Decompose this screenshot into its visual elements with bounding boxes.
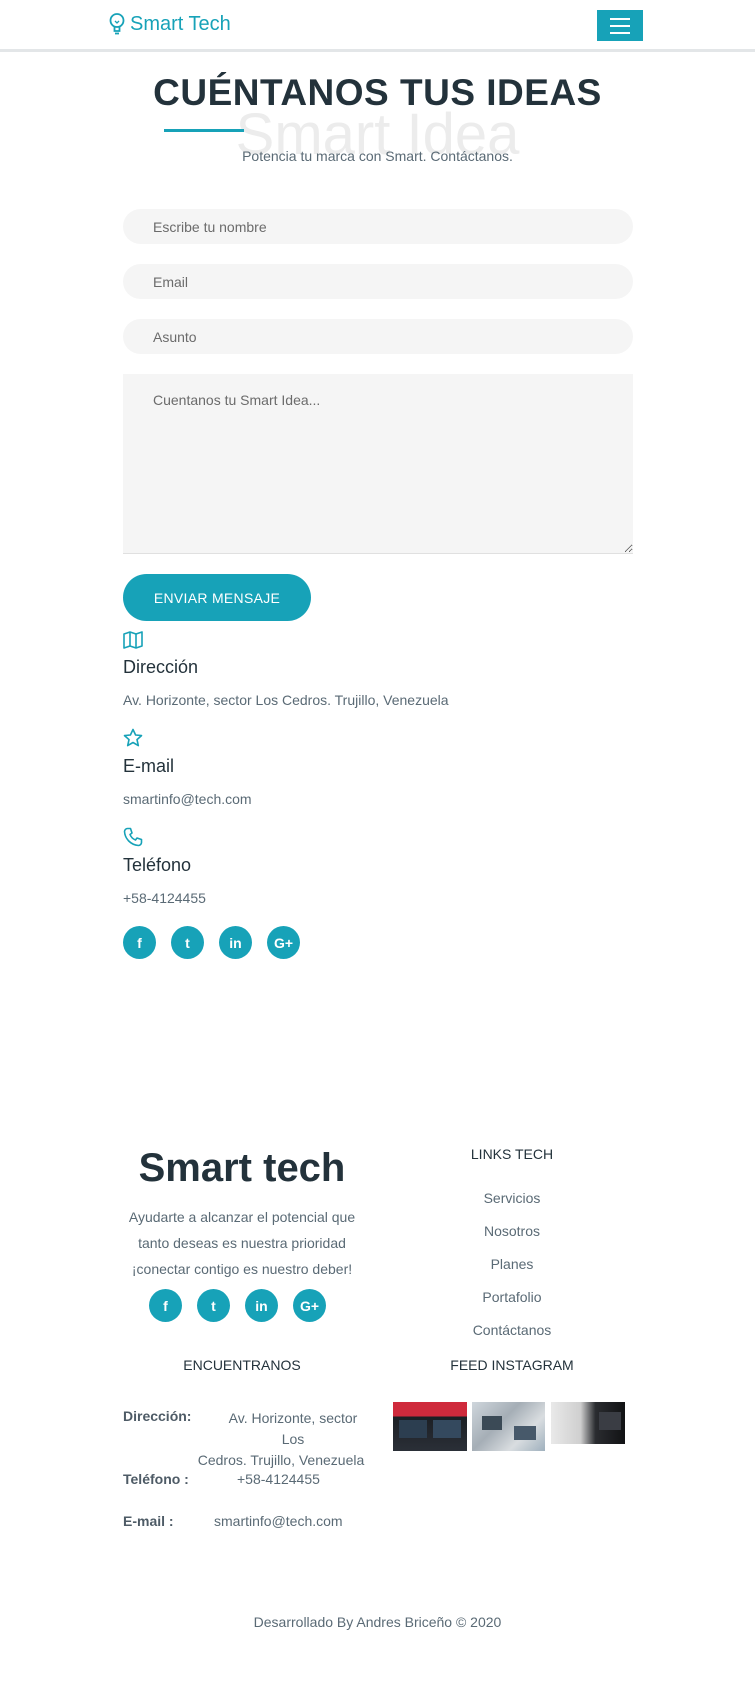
twitter-icon[interactable]: t xyxy=(171,926,204,959)
google-plus-icon[interactable]: G+ xyxy=(267,926,300,959)
footer-email: E-mail : xyxy=(123,1513,174,1529)
linkedin-icon[interactable]: in xyxy=(219,926,252,959)
email-input[interactable] xyxy=(123,264,633,299)
facebook-icon[interactable]: f xyxy=(123,926,156,959)
navbar: Smart Tech xyxy=(0,0,755,52)
footer-link-contactanos[interactable]: Contáctanos xyxy=(473,1322,552,1338)
find-us-heading: ENCUENTRANOS xyxy=(183,1357,301,1373)
map-icon xyxy=(123,631,143,649)
menu-toggle-button[interactable] xyxy=(597,10,643,41)
brand-name: Smart Tech xyxy=(130,12,231,35)
footer-social-links: f t in G+ xyxy=(149,1289,326,1322)
twitter-icon[interactable]: t xyxy=(197,1289,230,1322)
photo-detail xyxy=(399,1420,427,1438)
email-text: smartinfo@tech.com xyxy=(123,791,252,807)
footer-email-label: E-mail : xyxy=(123,1513,174,1529)
footer-about: Ayudarte a alcanzar el potencial que tan… xyxy=(128,1209,356,1277)
brand-link[interactable]: Smart Tech xyxy=(108,12,231,36)
page-subtitle: Potencia tu marca con Smart. Contáctanos… xyxy=(242,148,513,164)
phone-title: Teléfono xyxy=(123,855,192,875)
instagram-photo-1[interactable] xyxy=(393,1402,467,1451)
address-text: Av. Horizonte, sector Los Cedros. Trujil… xyxy=(123,692,449,708)
footer-phone-label: Teléfono : xyxy=(123,1471,189,1487)
footer-link-nosotros[interactable]: Nosotros xyxy=(484,1223,540,1239)
title-underline xyxy=(164,129,244,132)
photo-detail xyxy=(599,1412,621,1430)
subject-input[interactable] xyxy=(123,319,633,354)
footer-link-servicios[interactable]: Servicios xyxy=(484,1190,541,1206)
star-icon xyxy=(123,728,143,747)
footer-address-label: Dirección: xyxy=(123,1408,192,1424)
instagram-heading: FEED INSTAGRAM xyxy=(450,1357,574,1373)
facebook-icon[interactable]: f xyxy=(149,1289,182,1322)
instagram-photo-3[interactable] xyxy=(551,1402,625,1444)
footer-link-planes[interactable]: Planes xyxy=(491,1256,534,1272)
footer-links: Servicios Nosotros Planes Portafolio Con… xyxy=(412,1190,612,1355)
footer-phone: Teléfono : xyxy=(123,1471,189,1487)
contact-header: Smart Idea CUÉNTANOS TUS IDEAS Potencia … xyxy=(0,72,755,167)
send-message-button[interactable]: ENVIAR MENSAJE xyxy=(123,574,311,621)
footer-address-line2: Cedros. Trujillo, Venezuela xyxy=(197,1452,365,1468)
email-title: E-mail xyxy=(123,756,175,776)
footer-phone-value: +58-4124455 xyxy=(237,1471,320,1487)
footer-link-portafolio[interactable]: Portafolio xyxy=(482,1289,541,1305)
footer-brand: Smart tech xyxy=(138,1146,346,1190)
name-input[interactable] xyxy=(123,209,633,244)
contact-social-links: f t in G+ xyxy=(123,926,300,959)
phone-icon xyxy=(123,827,143,847)
linkedin-icon[interactable]: in xyxy=(245,1289,278,1322)
instagram-photo-2[interactable] xyxy=(472,1402,545,1451)
footer-email-value: smartinfo@tech.com xyxy=(214,1513,343,1529)
address-title: Dirección xyxy=(123,657,199,677)
hamburger-icon xyxy=(610,17,630,20)
hamburger-bar xyxy=(610,24,630,27)
links-heading: LINKS TECH xyxy=(470,1146,554,1162)
message-textarea[interactable] xyxy=(123,374,633,554)
photo-detail xyxy=(433,1420,461,1438)
footer-address-line1: Av. Horizonte, sector Los xyxy=(228,1410,358,1447)
lightbulb-icon xyxy=(109,13,125,35)
google-plus-icon[interactable]: G+ xyxy=(293,1289,326,1322)
copyright: Desarrollado By Andres Briceño © 2020 xyxy=(253,1614,502,1630)
footer-address: Dirección: xyxy=(123,1408,191,1424)
photo-detail xyxy=(514,1426,536,1440)
footer-address-value: Av. Horizonte, sector Los Cedros. Trujil… xyxy=(196,1408,366,1471)
page-title: CUÉNTANOS TUS IDEAS xyxy=(153,72,602,113)
hamburger-bar xyxy=(610,31,630,34)
photo-detail xyxy=(482,1416,502,1430)
phone-text: +58-4124455 xyxy=(123,890,206,906)
